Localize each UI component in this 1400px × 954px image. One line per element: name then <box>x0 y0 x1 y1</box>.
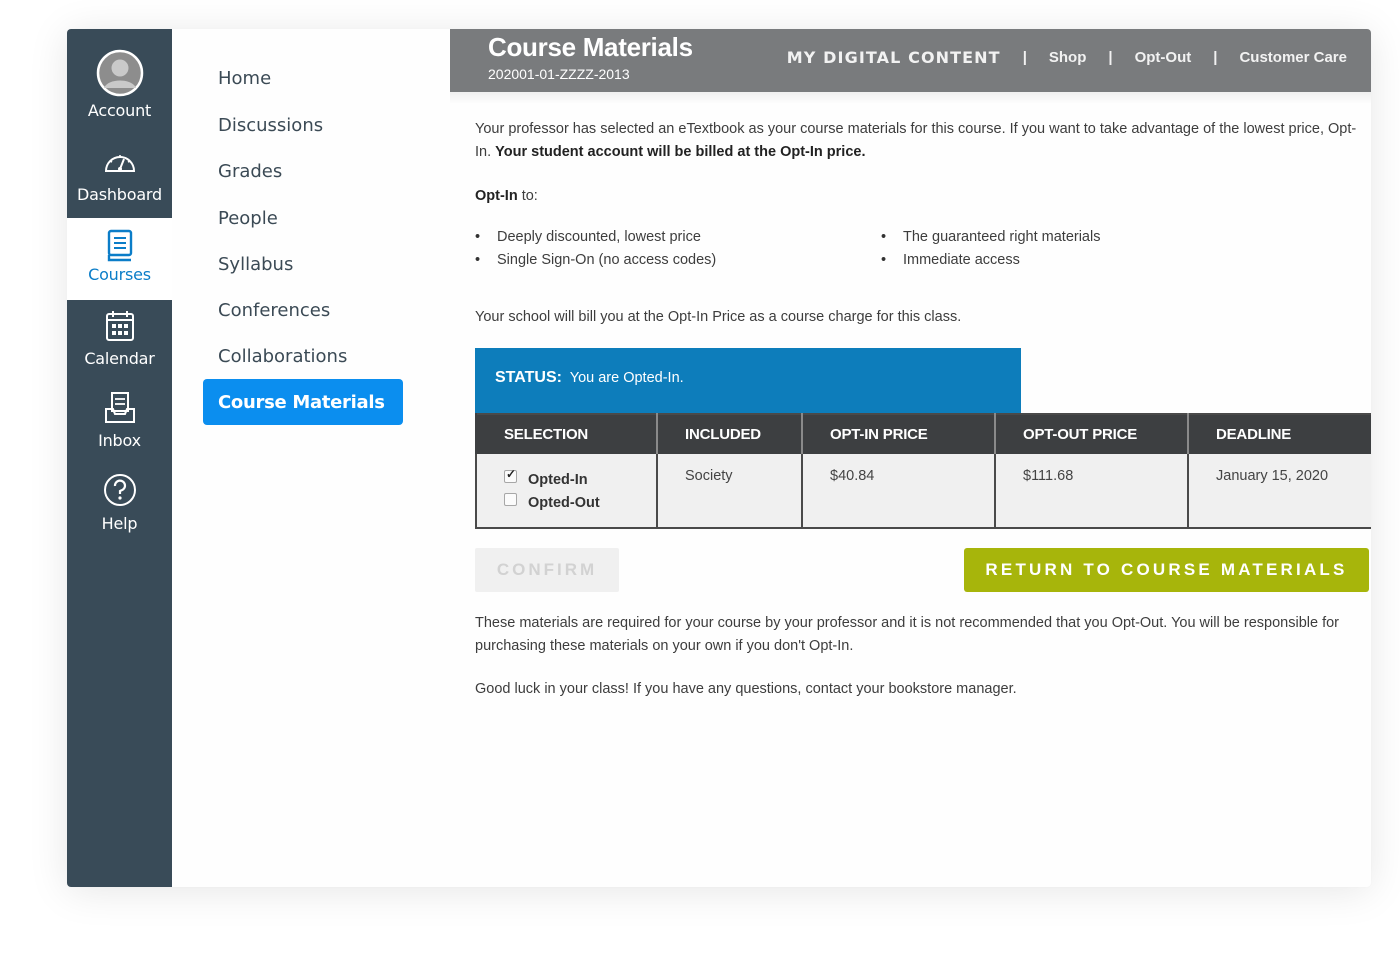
course-nav-home[interactable]: Home <box>218 68 271 89</box>
optin-price-cell: $40.84 <box>801 454 995 529</box>
optin-label: Opt-In <box>475 188 518 204</box>
global-nav-dashboard[interactable]: Dashboard <box>67 147 172 204</box>
header-separator: | <box>1108 49 1113 66</box>
status-label: STATUS: <box>495 369 562 386</box>
inbox-icon <box>104 392 135 423</box>
return-to-course-materials-button[interactable]: RETURN TO COURSE MATERIALS <box>964 548 1369 592</box>
list-item: The guaranteed right materials <box>881 229 1101 245</box>
avatar-icon <box>96 49 143 97</box>
my-digital-content-link[interactable]: MY DIGITAL CONTENT <box>787 48 1001 67</box>
courses-book-icon <box>107 229 132 262</box>
opted-in-option[interactable]: Opted-In <box>504 467 656 491</box>
global-nav: Account Dashboard Courses Calendar Inbox… <box>67 29 172 887</box>
opted-out-label[interactable]: Opted-Out <box>528 495 600 511</box>
header-separator: | <box>1213 49 1218 66</box>
included-cell: Society <box>656 454 802 529</box>
course-nav-collaborations[interactable]: Collaborations <box>218 346 347 367</box>
shop-link[interactable]: Shop <box>1049 49 1087 66</box>
opted-in-checkbox[interactable] <box>504 467 517 483</box>
column-header-optout-price: OPT-OUT PRICE <box>994 414 1188 454</box>
global-nav-help-label: Help <box>101 514 138 533</box>
intro-paragraph: Your professor has selected an eTextbook… <box>475 118 1365 164</box>
materials-header: Course Materials 202001-01-ZZZZ-2013 MY … <box>450 29 1371 92</box>
global-nav-dashboard-label: Dashboard <box>76 185 162 204</box>
customer-care-link[interactable]: Customer Care <box>1239 49 1347 66</box>
global-nav-calendar-label: Calendar <box>84 349 155 368</box>
course-nav-discussions[interactable]: Discussions <box>218 115 323 136</box>
opt-out-link[interactable]: Opt-Out <box>1135 49 1192 66</box>
status-banner: STATUS: You are Opted-In. <box>475 348 1021 413</box>
header-separator: | <box>1022 49 1027 66</box>
status-text: You are Opted-In. <box>569 370 684 386</box>
global-nav-calendar[interactable]: Calendar <box>67 309 172 368</box>
opted-out-checkbox[interactable] <box>504 493 517 506</box>
good-luck-note: Good luck in your class! If you have any… <box>475 681 1017 697</box>
course-nav-course-materials[interactable]: Course Materials <box>203 379 403 425</box>
list-item: Deeply discounted, lowest price <box>475 229 701 245</box>
app-window: Account Dashboard Courses Calendar Inbox… <box>67 29 1371 887</box>
table-header-row: SELECTION INCLUDED OPT-IN PRICE OPT-OUT … <box>475 414 1371 454</box>
calendar-icon <box>105 311 134 341</box>
deadline-cell: January 15, 2020 <box>1187 454 1371 529</box>
global-nav-inbox[interactable]: Inbox <box>67 391 172 450</box>
course-nav-conferences[interactable]: Conferences <box>218 300 330 321</box>
course-code: 202001-01-ZZZZ-2013 <box>488 66 630 82</box>
global-nav-account[interactable]: Account <box>67 49 172 120</box>
global-nav-help[interactable]: Help <box>67 472 172 533</box>
course-nav: Home Discussions Grades People Syllabus … <box>172 29 450 887</box>
bill-note: Your school will bill you at the Opt-In … <box>475 309 962 325</box>
column-header-included: INCLUDED <box>656 414 802 454</box>
opted-in-label[interactable]: Opted-In <box>528 472 588 488</box>
help-question-icon <box>103 474 136 506</box>
course-nav-syllabus[interactable]: Syllabus <box>218 254 293 275</box>
confirm-button[interactable]: CONFIRM <box>475 548 619 592</box>
selection-cell: Opted-In Opted-Out <box>475 454 657 529</box>
header-shadow <box>450 92 1371 104</box>
optout-price-cell: $111.68 <box>994 454 1188 529</box>
course-nav-grades[interactable]: Grades <box>218 161 282 182</box>
list-item: Immediate access <box>881 252 1020 268</box>
course-nav-people[interactable]: People <box>218 208 278 229</box>
optin-to-line: Opt-In to: <box>475 185 1365 208</box>
table-row: Opted-In Opted-Out Society $40.84 $111.6… <box>475 454 1371 529</box>
required-note: These materials are required for your co… <box>475 615 1339 654</box>
list-item: Single Sign-On (no access codes) <box>475 252 716 268</box>
opted-out-option[interactable]: Opted-Out <box>504 491 656 514</box>
page-title: Course Materials <box>488 32 693 62</box>
optin-to-text: to: <box>517 188 538 204</box>
dashboard-gauge-icon <box>104 155 135 172</box>
intro-bold-text: Your student account will be billed at t… <box>495 144 866 160</box>
column-header-optin-price: OPT-IN PRICE <box>801 414 995 454</box>
header-nav: MY DIGITAL CONTENT | Shop | Opt-Out | Cu… <box>787 48 1347 67</box>
column-header-deadline: DEADLINE <box>1187 414 1371 454</box>
global-nav-account-label: Account <box>87 101 152 120</box>
column-header-selection: SELECTION <box>475 414 657 454</box>
global-nav-courses[interactable]: Courses <box>67 218 172 300</box>
selection-table: SELECTION INCLUDED OPT-IN PRICE OPT-OUT … <box>475 413 1371 529</box>
global-nav-courses-label: Courses <box>88 265 151 284</box>
global-nav-inbox-label: Inbox <box>98 431 141 450</box>
